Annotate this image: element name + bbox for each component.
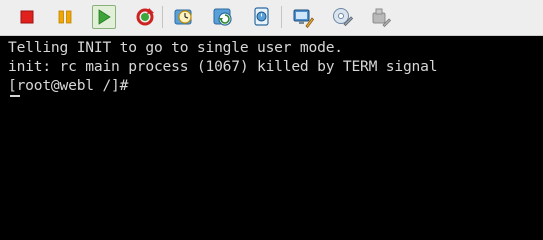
pause-icon — [58, 10, 72, 24]
play-triangle-icon — [98, 9, 111, 25]
console-screen[interactable]: Telling INIT to go to single user mode. i… — [0, 37, 543, 200]
vm-toolbar — [0, 0, 543, 36]
stop-button[interactable] — [15, 5, 39, 29]
terminal-prompt-line: [root@webl /]# — [8, 76, 437, 97]
terminal-line: Telling INIT to go to single user mode. — [8, 39, 343, 56]
terminal-output: Telling INIT to go to single user mode. i… — [8, 38, 438, 97]
monitor-settings-icon — [293, 9, 314, 28]
refresh-icon — [136, 8, 154, 26]
reset-button[interactable] — [133, 5, 157, 29]
toolbar-separator — [162, 6, 163, 28]
snapshot-manager-button[interactable] — [250, 5, 274, 29]
text-cursor — [10, 95, 20, 97]
pause-button[interactable] — [53, 5, 77, 29]
snapshot-manager-icon — [254, 7, 269, 26]
revert-snapshot-icon — [213, 8, 232, 26]
disabled-settings-icon — [372, 8, 392, 28]
shell-prompt: [root@webl /]# — [8, 77, 137, 94]
terminal-line: init: rc main process (1067) killed by T… — [8, 58, 438, 75]
disabled-settings-button — [369, 5, 393, 29]
play-button[interactable] — [92, 5, 116, 29]
toolbar-separator — [281, 6, 282, 28]
snapshot-button[interactable] — [172, 5, 196, 29]
network-disk-icon — [333, 8, 353, 27]
stop-square-icon — [20, 10, 34, 24]
network-button[interactable] — [330, 5, 354, 29]
revert-snapshot-button[interactable] — [211, 5, 235, 29]
edit-settings-button[interactable] — [291, 5, 315, 29]
clock-snapshot-icon — [174, 9, 192, 25]
